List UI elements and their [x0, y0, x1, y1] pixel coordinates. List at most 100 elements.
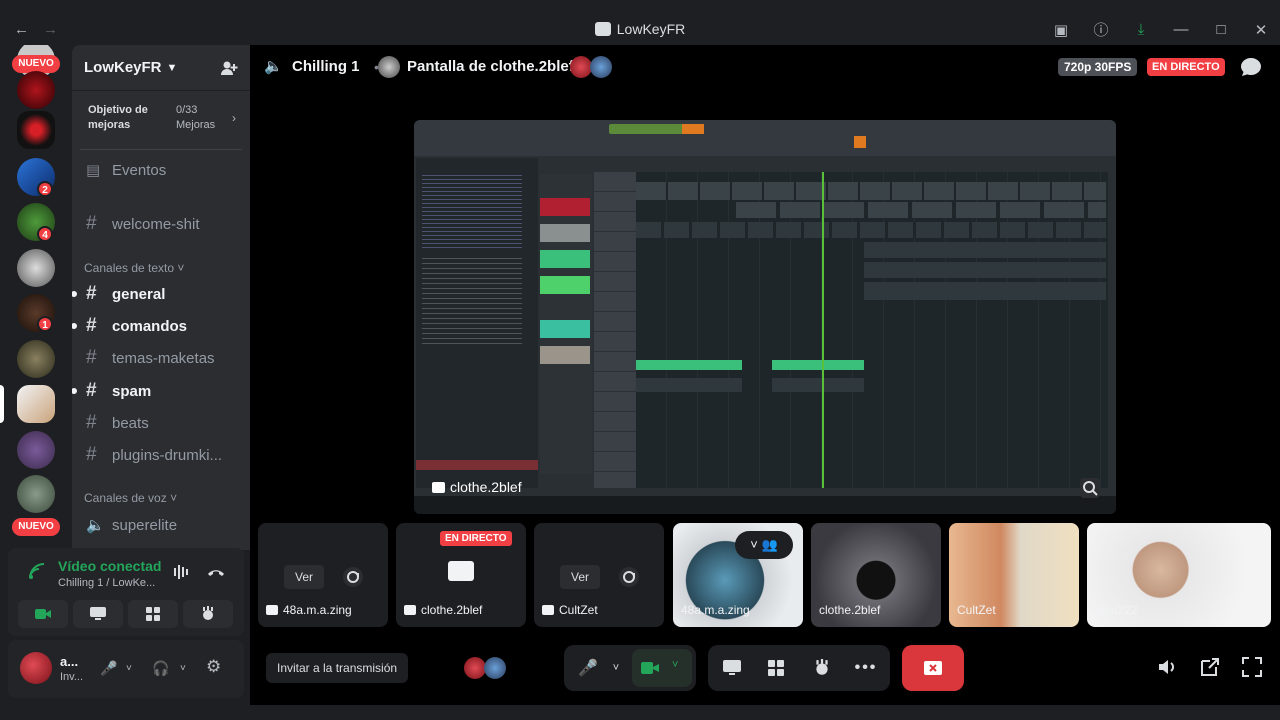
new-badge: NUEVO — [12, 518, 60, 536]
soundboard-button[interactable] — [806, 652, 838, 684]
participant-name: clothe.2blef — [404, 603, 482, 617]
voice-channel-path[interactable]: Chilling 1 / LowKe... — [58, 577, 162, 589]
participant-tile[interactable]: Ver CultZet — [534, 523, 664, 627]
live-badge: EN DIRECTO — [1147, 58, 1225, 76]
minimize-icon[interactable]: — — [1170, 21, 1192, 38]
participant-tile[interactable]: EN DIRECTO clothe.2blef — [396, 523, 526, 627]
server-icon[interactable] — [17, 385, 55, 423]
channel-temas-maketas[interactable]: # temas-maketas — [80, 343, 244, 373]
calendar-icon: ▤ — [86, 162, 101, 179]
chevron-down-icon[interactable]: ˅ — [126, 663, 132, 674]
category-text[interactable]: Canales de texto ˅ — [84, 261, 184, 275]
camera-icon — [641, 662, 659, 674]
server-icon[interactable] — [17, 111, 55, 149]
channel-comandos[interactable]: # comandos — [72, 311, 244, 341]
stream-quality-badge: 720p 30FPS — [1058, 58, 1138, 76]
chevron-down-icon: ˅ — [170, 491, 178, 505]
channel-spam[interactable]: # spam — [72, 376, 244, 406]
chevron-down-icon: ˅ — [177, 261, 185, 275]
voice-connection-panel: Vídeo conectado Chilling 1 / LowKe... — [8, 548, 244, 636]
add-member-icon[interactable] — [220, 59, 238, 77]
screen-share-button[interactable] — [73, 600, 123, 628]
maximize-icon[interactable]: □ — [1210, 21, 1232, 38]
server-icon[interactable] — [17, 431, 55, 469]
settings-gear-icon[interactable]: ⚙ — [206, 657, 221, 677]
events-item[interactable]: ▤ Eventos — [80, 155, 244, 185]
screen-share-icon — [542, 605, 554, 615]
help-icon[interactable]: ⓘ — [1090, 19, 1112, 40]
leave-call-button[interactable] — [902, 645, 964, 691]
signal-icon[interactable] — [28, 562, 46, 580]
mention-badge: 4 — [37, 226, 53, 242]
server-icon[interactable] — [17, 71, 55, 109]
category-voice[interactable]: Canales de voz ˅ — [84, 491, 177, 505]
inbox-icon[interactable]: ▣ — [1050, 21, 1072, 39]
microphone-icon[interactable]: 🎤 — [100, 660, 117, 677]
voice-channel-superelite[interactable]: 🔈 superelite — [80, 510, 244, 540]
participant-name: CultZet — [542, 603, 598, 617]
volume-icon[interactable] — [1156, 655, 1180, 679]
user-status: Inv... — [60, 671, 84, 683]
fullscreen-icon[interactable] — [1240, 655, 1264, 679]
avatar[interactable] — [20, 652, 52, 684]
participant-tile[interactable]: ˅ 👥 48a.m.a.zing — [673, 523, 803, 627]
avatar — [570, 56, 592, 78]
server-header[interactable]: LowKeyFR ▼ — [72, 45, 250, 91]
activities-icon — [146, 607, 160, 621]
soundboard-button[interactable] — [183, 600, 233, 628]
participant-tile[interactable]: clothe.2blef — [811, 523, 941, 627]
participant-name: 48a.m.a.zing — [681, 603, 750, 617]
participant-tile[interactable]: CultZet — [949, 523, 1079, 627]
server-icon[interactable] — [17, 475, 55, 513]
user-name: a... — [60, 654, 79, 669]
speaker-icon: 🔈 — [264, 58, 283, 75]
chat-icon[interactable] — [1240, 57, 1262, 77]
server-boost-goal[interactable]: Objetivo de mejoras 0/33 Mejoras › — [80, 99, 242, 139]
activities-button[interactable] — [128, 600, 178, 628]
channel-general[interactable]: # general — [72, 279, 244, 309]
invite-to-stream-button[interactable]: Invitar a la transmisión — [266, 653, 409, 683]
screen-share-icon — [432, 482, 445, 493]
user-panel: a... Inv... 🎤 ˅ 🎧 ˅ ⚙ — [8, 640, 244, 698]
server-name: LowKeyFR — [84, 59, 162, 76]
selected-server-pill — [0, 385, 4, 423]
server-icon[interactable] — [17, 340, 55, 378]
camera-icon — [35, 609, 51, 619]
participant-tile[interactable]: Ver 48a.m.a.zing — [258, 523, 388, 627]
boost-label: Objetivo de mejoras — [88, 104, 148, 131]
camera-button[interactable]: ˅ — [632, 649, 692, 687]
chevron-down-icon[interactable]: ˅ — [180, 663, 186, 674]
channel-welcome-shit[interactable]: # welcome-shit — [80, 209, 244, 239]
view-stream-button[interactable]: Ver — [560, 565, 600, 589]
view-stream-button[interactable]: Ver — [284, 565, 324, 589]
voice-stage: 🔈 Chilling 1 • Pantalla de clothe.2blef … — [250, 45, 1280, 705]
pop-out-icon[interactable] — [1198, 655, 1222, 679]
screen-share-button[interactable] — [716, 652, 748, 684]
screen-share-icon — [404, 605, 416, 615]
tile-options-button[interactable]: ˅ 👥 — [735, 531, 793, 559]
avatar — [378, 56, 400, 78]
shared-screen[interactable]: clothe.2blef — [414, 120, 1116, 514]
voice-status[interactable]: Vídeo conectado — [58, 558, 162, 574]
unread-dot — [72, 323, 77, 329]
call-controls: Invitar a la transmisión 🎤 ˅ ˅ ••• — [250, 645, 1280, 695]
channel-beats[interactable]: # beats — [80, 408, 244, 438]
server-icon[interactable] — [17, 249, 55, 287]
add-viewer-icon[interactable] — [342, 566, 364, 588]
activities-button[interactable] — [760, 652, 792, 684]
channel-plugins-drumkits[interactable]: # plugins-drumki... — [80, 440, 244, 470]
disconnect-icon[interactable] — [206, 562, 226, 582]
close-icon[interactable]: ✕ — [1250, 21, 1272, 39]
more-options-button[interactable]: ••• — [850, 652, 882, 684]
add-viewer-icon[interactable] — [618, 566, 640, 588]
camera-button[interactable] — [18, 600, 68, 628]
daw-track-list — [594, 172, 636, 488]
zoom-icon[interactable] — [1080, 478, 1100, 498]
daw-browser — [416, 158, 538, 488]
download-icon[interactable]: ⤓ — [1130, 21, 1152, 38]
participant-tile[interactable]: akta222 — [1087, 523, 1271, 627]
noise-suppression-icon[interactable] — [172, 562, 192, 582]
headphones-icon[interactable]: 🎧 — [152, 660, 169, 677]
mic-options-button[interactable]: ˅ — [600, 652, 632, 684]
divider — [80, 149, 242, 150]
